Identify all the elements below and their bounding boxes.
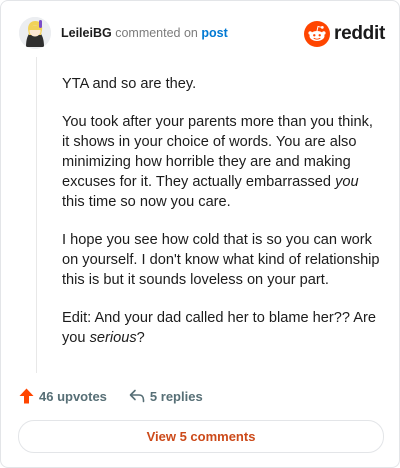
paragraph-text: YTA and so are they. [62,76,197,92]
comment-paragraph: You took after your parents more than yo… [62,112,380,212]
post-link[interactable]: post [201,26,227,40]
comment-meta: LeileiBG commented on post [61,26,228,40]
replies-count: 5 replies [149,388,203,404]
paragraph-text: You took after your parents more than yo… [62,114,373,190]
comment-paragraph: I hope you see how cold that is so you c… [62,230,380,290]
paragraph-tail: this time so now you care. [62,194,231,210]
reply-arrow-icon [129,389,145,403]
paragraph-emphasis: you [335,174,359,190]
reddit-logo[interactable]: reddit [304,21,385,47]
avatar-illustration-icon [19,17,51,49]
replies-button[interactable]: 5 replies [129,389,203,404]
upvote-count: 46 upvotes [39,388,107,404]
comment-paragraph: Edit: And your dad called her to blame h… [62,308,380,348]
comment-action-text: commented on [115,26,198,40]
comment-card: LeileiBG commented on post reddit YTA an… [0,0,400,468]
avatar[interactable] [19,17,51,49]
upvote-button[interactable]: 46 upvotes [19,388,107,404]
reddit-wordmark: reddit [334,23,385,44]
upvote-arrow-icon [19,388,34,404]
paragraph-emphasis: serious [89,330,137,346]
view-comments-button[interactable]: View 5 comments [18,420,384,453]
comment-paragraph: YTA and so are they. [62,74,380,94]
username-link[interactable]: LeileiBG [61,26,112,40]
reddit-snoo-icon [304,21,331,47]
comment-body: YTA and so are they. You took after your… [62,74,380,366]
comment-actions: 46 upvotes 5 replies [19,386,203,406]
thread-line [36,57,37,373]
paragraph-tail: ? [136,330,145,346]
paragraph-text: I hope you see how cold that is so you c… [62,232,380,288]
comment-header: LeileiBG commented on post reddit [19,17,385,51]
